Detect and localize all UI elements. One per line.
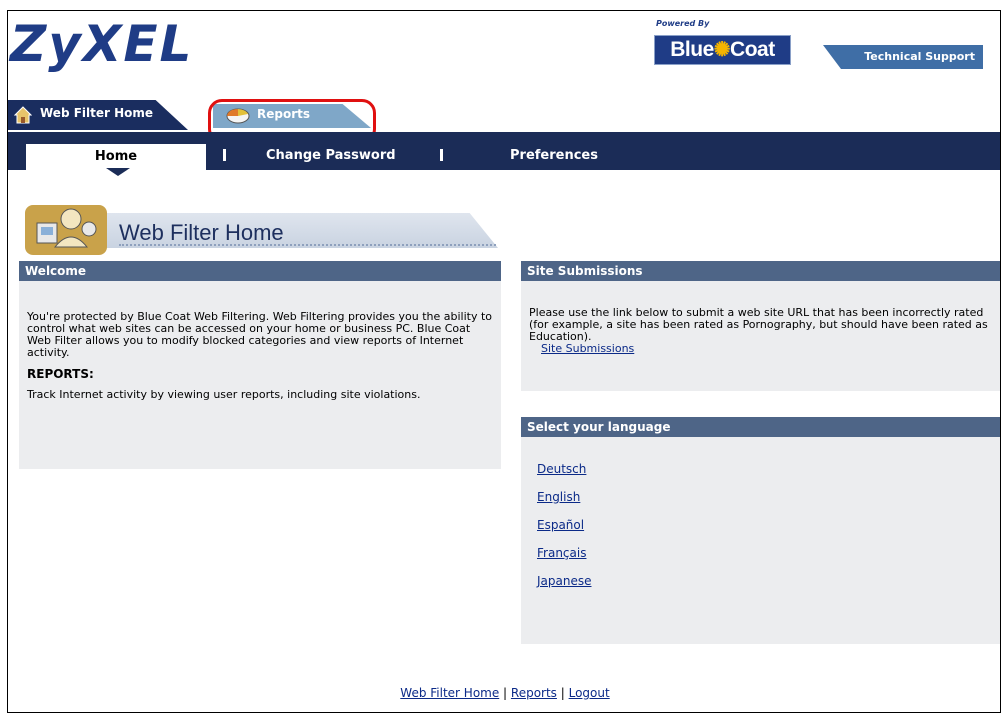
nav-separator [440, 149, 443, 161]
users-icon [25, 205, 107, 255]
tab-web-filter-home[interactable]: Web Filter Home [8, 100, 188, 130]
nav-home[interactable]: Home [26, 144, 206, 176]
powered-by-label: Powered By [656, 19, 710, 28]
welcome-panel-header: Welcome [19, 261, 501, 281]
page-title: Web Filter Home [119, 220, 284, 245]
site-submissions-text: Please use the link below to submit a we… [529, 306, 988, 343]
language-option-deutsch[interactable]: Deutsch [537, 463, 994, 475]
nav-change-password[interactable]: Change Password [266, 148, 396, 163]
house-icon [14, 106, 32, 124]
top-tabs: Web Filter Home Reports [8, 98, 1000, 132]
welcome-text: You're protected by Blue Coat Web Filter… [27, 310, 492, 359]
welcome-panel-body: You're protected by Blue Coat Web Filter… [19, 281, 501, 469]
footer-separator: | [556, 686, 569, 700]
tab-label: Web Filter Home [40, 106, 154, 120]
language-panel-body: Deutsch English Español Français Japanes… [521, 437, 1000, 644]
reports-heading: REPORTS: [27, 367, 94, 381]
footer-link-reports[interactable]: Reports [511, 686, 557, 700]
nav-separator [223, 149, 226, 161]
reports-text: Track Internet activity by viewing user … [27, 388, 421, 401]
page-title-underline [119, 244, 496, 246]
site-submissions-body: Please use the link below to submit a we… [521, 281, 1000, 391]
active-indicator-arrow [106, 168, 130, 176]
browser-frame: ZyXEL Powered By Blue✺Coat Technical Sup… [7, 10, 1001, 713]
footer: Web Filter Home | Reports | Logout [8, 686, 1000, 700]
language-option-japanese[interactable]: Japanese [537, 575, 994, 587]
footer-link-logout[interactable]: Logout [569, 686, 610, 700]
language-panel-header: Select your language [521, 417, 1000, 437]
footer-separator: | [499, 686, 511, 700]
language-option-francais[interactable]: Français [537, 547, 994, 559]
language-option-espanol[interactable]: Español [537, 519, 994, 531]
main-nav: Home Change Password Preferences [8, 132, 1000, 176]
bluecoat-logo: Blue✺Coat [654, 35, 791, 65]
bluecoat-burst-icon: ✺ [713, 39, 731, 61]
site-submissions-header: Site Submissions [521, 261, 1000, 281]
technical-support-button[interactable]: Technical Support [823, 45, 983, 69]
language-option-english[interactable]: English [537, 491, 994, 503]
footer-link-web-filter-home[interactable]: Web Filter Home [400, 686, 499, 700]
zyxel-logo: ZyXEL [10, 15, 194, 73]
nav-preferences[interactable]: Preferences [510, 148, 598, 163]
site-submissions-link[interactable]: Site Submissions [541, 342, 634, 355]
